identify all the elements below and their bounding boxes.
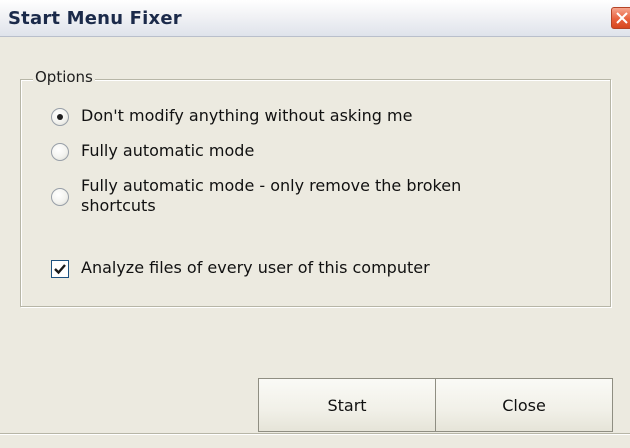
start-button[interactable]: Start — [258, 378, 436, 432]
window-close-button[interactable] — [611, 7, 630, 29]
radio-label-automatic: Fully automatic mode — [81, 141, 255, 160]
close-button[interactable]: Close — [435, 378, 613, 432]
radio-label-remove-broken: Fully automatic mode - only remove the b… — [81, 176, 462, 215]
checkbox-checked[interactable] — [51, 260, 69, 278]
radio-ask-before-modify[interactable]: Don't modify anything without asking me — [51, 106, 412, 126]
options-group-label: Options — [33, 68, 95, 86]
radio-fully-automatic[interactable]: Fully automatic mode — [51, 141, 254, 161]
radio-label-ask: Don't modify anything without asking me — [81, 106, 413, 125]
radio-dot — [57, 114, 63, 120]
radio-button[interactable] — [51, 143, 69, 161]
radio-button[interactable] — [51, 188, 69, 206]
radio-button-selected[interactable] — [51, 108, 69, 126]
window-title: Start Menu Fixer — [8, 8, 182, 29]
checkbox-label: Analyze files of every user of this comp… — [81, 258, 430, 277]
title-bar[interactable]: Start Menu Fixer — [0, 0, 630, 37]
bottom-divider-highlight — [0, 434, 630, 435]
checkbox-analyze-all-users[interactable]: Analyze files of every user of this comp… — [51, 258, 430, 278]
start-menu-fixer-window: Start Menu Fixer Options Don't modify an… — [0, 0, 630, 448]
radio-remove-broken-shortcuts[interactable]: Fully automatic mode - only remove the b… — [51, 176, 521, 216]
